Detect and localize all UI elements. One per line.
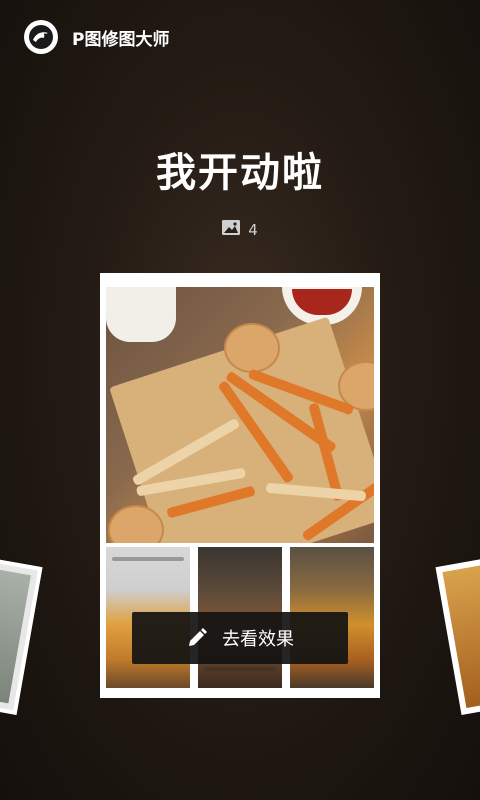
view-effect-label: 去看效果 <box>222 629 294 650</box>
view-effect-button[interactable]: 去看效果 <box>132 612 348 664</box>
image-icon <box>222 220 241 239</box>
bird-logo-icon <box>24 20 58 54</box>
cup-image <box>106 287 176 342</box>
pencil-icon <box>186 627 208 649</box>
image-count: 4 <box>0 220 480 239</box>
previous-card-preview[interactable] <box>0 555 43 715</box>
page-title: 我开动啦 <box>156 150 324 196</box>
smiley-potato-image <box>224 323 280 373</box>
next-card-preview[interactable] <box>435 555 480 715</box>
image-count-value: 4 <box>248 220 258 239</box>
main-food-photo <box>106 287 374 543</box>
app-header: P图修图大师 <box>24 20 169 54</box>
thumbnail-caption-image <box>204 667 276 671</box>
thumbnail-caption-image <box>112 557 184 561</box>
app-name: P图修图大师 <box>72 29 170 50</box>
